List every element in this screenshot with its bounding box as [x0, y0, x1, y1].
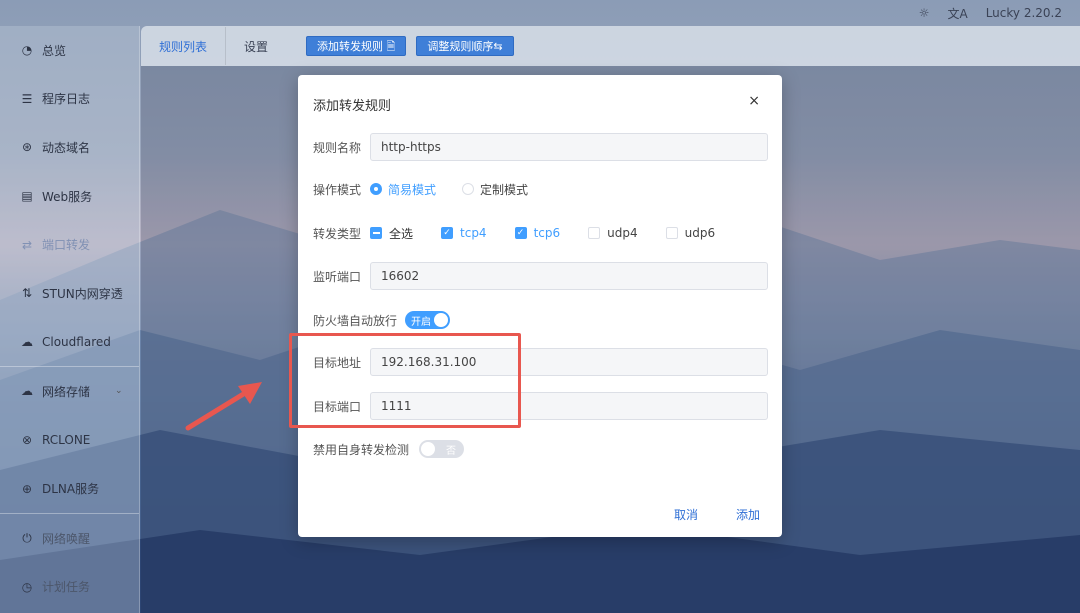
top-bar: ☼ 文A Lucky 2.20.2: [0, 0, 1080, 26]
listen-port-row: 监听端口 16602: [313, 262, 768, 290]
web-icon: ▤: [21, 189, 33, 204]
sidebar-item-rclone[interactable]: ⊗ RCLONE: [0, 416, 139, 465]
firewall-label: 防火墙自动放行: [313, 313, 398, 328]
radio-label: 简易模式: [388, 182, 437, 197]
sidebar-item-label: Cloudflared: [42, 334, 111, 349]
add-rule-button[interactable]: 添加转发规则 🗎: [306, 36, 407, 56]
app-version: Lucky 2.20.2: [985, 6, 1062, 20]
checkbox-box: [370, 227, 382, 239]
sidebar-item-label: 网络唤醒: [42, 531, 91, 546]
mode-custom-radio[interactable]: 定制模式: [462, 181, 528, 198]
listen-port-input[interactable]: 16602: [370, 262, 768, 290]
translate-icon[interactable]: 文A: [947, 5, 967, 22]
sidebar-item-stun[interactable]: ⇅ STUN内网穿透: [0, 269, 139, 318]
checkbox-label: tcp4: [460, 226, 487, 240]
tab-bar: 规则列表 设置 添加转发规则 🗎 调整规则顺序⇆: [141, 26, 1080, 66]
dialog-footer: 取消 添加: [674, 506, 760, 523]
sidebar-item-label: 计划任务: [42, 580, 91, 595]
mode-label: 操作模式: [313, 182, 362, 197]
reorder-rules-button[interactable]: 调整规则顺序⇆: [416, 36, 514, 56]
dialog-title: 添加转发规则: [313, 99, 392, 114]
checkbox-label: udp6: [684, 226, 716, 240]
dlna-icon: ⊕: [21, 481, 33, 496]
checkbox-box: [665, 227, 678, 239]
disable-check-toggle[interactable]: 否: [419, 440, 464, 458]
check-icon: ✓: [441, 227, 454, 239]
checkbox-label: 全选: [389, 226, 414, 241]
cloud-icon: ☁: [21, 334, 33, 349]
firewall-toggle[interactable]: 开启: [405, 311, 450, 329]
sidebar-item-label: 程序日志: [42, 92, 91, 107]
clock-icon: ◷: [21, 579, 33, 594]
sidebar-item-label: Web服务: [42, 189, 93, 204]
rclone-icon: ⊗: [21, 433, 33, 448]
cancel-button[interactable]: 取消: [674, 506, 698, 523]
radio-dot: [370, 183, 382, 195]
storage-icon: ☁: [21, 384, 33, 399]
checkbox-box: [588, 227, 601, 239]
arrow-icon: [185, 382, 262, 431]
dashboard-icon: ◔: [21, 43, 33, 58]
highlight-box: [289, 333, 521, 428]
type-tcp6-checkbox[interactable]: ✓ tcp6: [514, 226, 561, 240]
ddns-icon: ⊛: [21, 140, 33, 155]
close-icon[interactable]: ×: [748, 93, 760, 109]
rule-name-input[interactable]: http-https: [370, 133, 768, 161]
rule-name-label: 规则名称: [313, 140, 362, 155]
type-label: 转发类型: [313, 226, 362, 241]
sidebar-item-schedule[interactable]: ◷ 计划任务: [0, 563, 139, 612]
sidebar-item-cloudflared[interactable]: ☁ Cloudflared: [0, 318, 139, 367]
port-forward-icon: ⇄: [21, 237, 33, 252]
type-udp4-checkbox[interactable]: udp4: [588, 226, 638, 240]
stun-icon: ⇅: [21, 286, 33, 301]
log-icon: ☰: [21, 91, 33, 106]
mode-simple-radio[interactable]: 简易模式: [370, 181, 436, 198]
tab-settings[interactable]: 设置: [244, 38, 268, 55]
disable-check-label: 禁用自身转发检测: [313, 442, 410, 457]
chevron-down-icon: ⌄: [115, 386, 123, 397]
sun-icon[interactable]: ☼: [919, 6, 930, 20]
sidebar: ◔ 总览 ☰ 程序日志 ⊛ 动态域名 ▤ Web服务 ⇄ 端口转发 ⇅ STUN…: [0, 26, 140, 613]
sidebar-item-label: DLNA服务: [42, 482, 100, 497]
tab-rules[interactable]: 规则列表: [159, 38, 207, 55]
sidebar-item-label: 总览: [42, 43, 67, 58]
add-rule-dialog: 添加转发规则 × 规则名称 http-https 操作模式 简易模式 定制模式 …: [298, 75, 782, 537]
checkbox-label: tcp6: [533, 226, 561, 240]
checkbox-label: udp4: [607, 226, 638, 240]
type-row: 转发类型 全选 ✓ tcp4 ✓ tcp6 udp4 udp6: [313, 224, 768, 242]
listen-port-label: 监听端口: [313, 269, 362, 284]
sidebar-item-label: 网络存储: [42, 384, 91, 399]
sidebar-item-label: 端口转发: [42, 238, 91, 253]
sidebar-item-dlna[interactable]: ⊕ DLNA服务: [0, 464, 139, 513]
firewall-row: 防火墙自动放行 开启: [313, 310, 768, 330]
sidebar-item-web[interactable]: ▤ Web服务: [0, 172, 139, 221]
sidebar-item-storage[interactable]: ☁ 网络存储 ⌄: [0, 367, 139, 416]
sidebar-item-wake[interactable]: ⏻ 网络唤醒: [0, 514, 139, 563]
sidebar-item-label: STUN内网穿透: [42, 286, 123, 301]
check-icon: ✓: [514, 227, 527, 239]
sidebar-item-port-forward[interactable]: ⇄ 端口转发: [0, 220, 139, 269]
type-tcp4-checkbox[interactable]: ✓ tcp4: [441, 226, 487, 240]
type-udp6-checkbox[interactable]: udp6: [665, 226, 716, 240]
sidebar-item-logs[interactable]: ☰ 程序日志: [0, 75, 139, 124]
rule-name-row: 规则名称 http-https: [313, 133, 768, 161]
sidebar-item-overview[interactable]: ◔ 总览: [0, 26, 139, 75]
radio-label: 定制模式: [480, 182, 529, 197]
type-all-checkbox[interactable]: 全选: [370, 225, 413, 242]
radio-dot: [462, 183, 475, 195]
add-button[interactable]: 添加: [736, 506, 760, 523]
tab-divider: [225, 27, 227, 65]
disable-check-row: 禁用自身转发检测 否: [313, 439, 768, 459]
wake-icon: ⏻: [22, 530, 32, 545]
sidebar-item-label: RCLONE: [42, 433, 91, 448]
mode-row: 操作模式 简易模式 定制模式: [313, 180, 768, 198]
sidebar-item-label: 动态域名: [42, 140, 91, 155]
sidebar-item-ddns[interactable]: ⊛ 动态域名: [0, 123, 139, 172]
